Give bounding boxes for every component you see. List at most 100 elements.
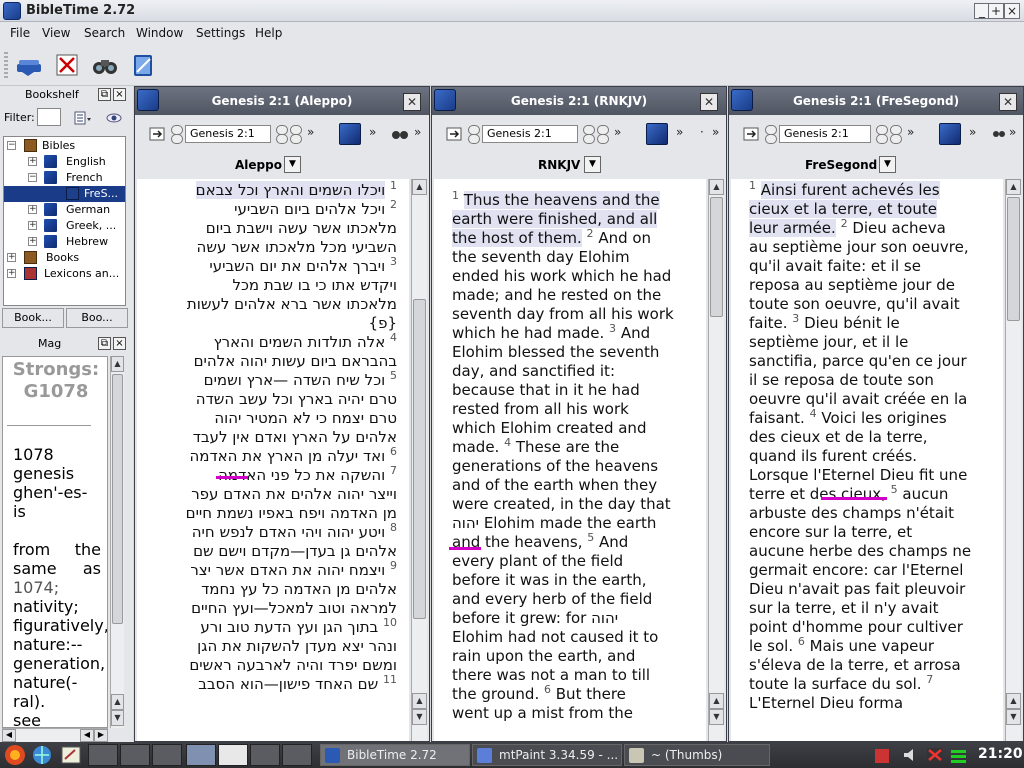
collapse-icon[interactable]: −: [7, 141, 16, 150]
start-menu-icon[interactable]: [2, 744, 28, 766]
module-chooser-icon[interactable]: [939, 123, 961, 145]
module-chooser-icon[interactable]: [339, 123, 361, 145]
scroll-down-arrow[interactable]: ▼: [1006, 709, 1021, 725]
fullscreen-button[interactable]: [52, 50, 82, 80]
history-back-icon[interactable]: [743, 127, 759, 141]
tree-item-english[interactable]: + English: [4, 154, 125, 170]
editor-launcher-icon[interactable]: [60, 745, 82, 765]
verse-key-input[interactable]: Genesis 2:1: [779, 125, 871, 143]
tree-item-hebrew[interactable]: + Hebrew: [4, 234, 125, 250]
open-module-button[interactable]: [128, 50, 158, 80]
history-back-icon[interactable]: [149, 127, 165, 141]
mag-close-button[interactable]: ×: [113, 337, 126, 350]
close-button[interactable]: ×: [1004, 3, 1020, 19]
tree-item-books[interactable]: + Books: [4, 250, 125, 266]
scroll-down-arrow[interactable]: ▼: [412, 709, 427, 725]
battery-icon[interactable]: [950, 746, 966, 764]
tab-bookmarks[interactable]: Boo...: [66, 308, 128, 328]
desktop-5[interactable]: [218, 744, 248, 766]
book-spinner[interactable]: [467, 125, 480, 144]
more-chevron-icon[interactable]: »: [369, 125, 376, 139]
menu-file[interactable]: File: [10, 26, 30, 40]
menu-settings[interactable]: Settings: [196, 26, 245, 40]
scroll-thumb[interactable]: [710, 197, 723, 317]
tree-item-fresegond[interactable]: FreS...: [4, 186, 125, 202]
menu-view[interactable]: View: [42, 26, 70, 40]
tab-bookshelf[interactable]: Book...: [2, 308, 64, 328]
scroll-up-arrow[interactable]: ▲: [111, 694, 124, 710]
more-chevron-icon[interactable]: »: [907, 125, 914, 139]
pane-vscrollbar[interactable]: ▲ ▲ ▼: [411, 179, 427, 741]
collapse-icon[interactable]: −: [28, 173, 37, 182]
maximize-button[interactable]: +: [988, 3, 1004, 19]
bookshelf-close-button[interactable]: ×: [113, 88, 126, 101]
desktop-6[interactable]: [250, 744, 280, 766]
text-view-fresegond[interactable]: 1 Ainsi furent achevés les cieux et la te…: [731, 179, 1003, 741]
module-dropdown-icon[interactable]: ▼: [284, 156, 301, 173]
menu-help[interactable]: Help: [255, 26, 282, 40]
search-binoculars-icon[interactable]: [993, 129, 1005, 139]
tree-item-german[interactable]: + German: [4, 202, 125, 218]
more-chevron-icon[interactable]: »: [307, 125, 314, 139]
tree-item-bibles[interactable]: − Bibles: [4, 138, 125, 154]
book-spinner[interactable]: [170, 125, 183, 144]
more-chevron-icon[interactable]: »: [676, 125, 683, 139]
menu-window[interactable]: Window: [136, 26, 183, 40]
more-chevron-icon[interactable]: ·: [700, 125, 704, 139]
more-chevron-icon[interactable]: »: [414, 125, 421, 139]
expand-icon[interactable]: +: [7, 269, 16, 278]
scroll-down-arrow[interactable]: ▼: [709, 709, 724, 725]
scroll-right-arrow[interactable]: ▶: [94, 729, 108, 742]
scroll-up-arrow[interactable]: ▲: [412, 179, 427, 195]
book-spinner[interactable]: [764, 125, 777, 144]
search-binoculars-icon[interactable]: [391, 127, 409, 141]
grouping-icon[interactable]: [74, 110, 92, 126]
clock[interactable]: 21:20: [978, 746, 1023, 762]
chapter-spinner[interactable]: [275, 125, 288, 144]
mag-link-1074[interactable]: 1074;: [13, 578, 59, 597]
bookshelf-float-button[interactable]: ⧉: [98, 88, 111, 101]
scroll-up-arrow[interactable]: ▲: [1006, 693, 1021, 709]
browser-launcher-icon[interactable]: [32, 745, 52, 765]
expand-icon[interactable]: +: [28, 221, 37, 230]
desktop-7[interactable]: [282, 744, 312, 766]
module-chooser-icon[interactable]: [646, 123, 668, 145]
tree-item-french[interactable]: − French: [4, 170, 125, 186]
expand-icon[interactable]: +: [28, 157, 37, 166]
task-thumbs[interactable]: ~ (Thumbs): [624, 744, 770, 766]
scroll-up-arrow[interactable]: ▲: [412, 693, 427, 709]
text-view-aleppo[interactable]: 1 ויכלו השמים והארץ וכל צבאם 2 ויכל אלהים…: [137, 179, 409, 741]
pane-close-button[interactable]: ✕: [999, 93, 1017, 111]
desktop-4[interactable]: [186, 744, 216, 766]
module-dropdown-icon[interactable]: ▼: [584, 156, 601, 173]
scroll-thumb[interactable]: [1007, 197, 1020, 321]
expand-icon[interactable]: +: [28, 237, 37, 246]
mag-float-button[interactable]: ⧉: [98, 337, 111, 350]
scroll-up-arrow[interactable]: ▲: [1006, 179, 1021, 195]
scroll-up-arrow[interactable]: ▲: [709, 179, 724, 195]
volume-icon[interactable]: [902, 746, 918, 764]
verse-key-input[interactable]: Genesis 2:1: [482, 125, 578, 143]
task-mtpaint[interactable]: mtPaint 3.34.59 - ...: [472, 744, 622, 766]
verse-key-input[interactable]: Genesis 2:1: [185, 125, 271, 143]
desktop-1[interactable]: [88, 744, 118, 766]
toolbar-grip[interactable]: [4, 52, 8, 78]
text-view-rnkjv[interactable]: 1 Thus the heavens and the earth were fin…: [434, 179, 706, 741]
tree-item-lexicons[interactable]: + Lexicons an...: [4, 266, 125, 282]
task-bibletime[interactable]: BibleTime 2.72: [320, 744, 470, 766]
verse-spinner[interactable]: [889, 125, 902, 144]
more-chevron-icon[interactable]: »: [614, 125, 621, 139]
module-dropdown-icon[interactable]: ▼: [879, 156, 896, 173]
pane-vscrollbar[interactable]: ▲ ▲ ▼: [1005, 179, 1021, 741]
search-button[interactable]: [90, 50, 120, 80]
toggle-bookshelf-button[interactable]: [14, 50, 44, 80]
chapter-spinner[interactable]: [875, 125, 888, 144]
verse-spinner[interactable]: [289, 125, 302, 144]
network-disconnected-icon[interactable]: [926, 746, 942, 764]
more-chevron-icon[interactable]: »: [1009, 125, 1016, 139]
expand-icon[interactable]: +: [7, 253, 16, 262]
pane-vscrollbar[interactable]: ▲ ▲ ▼: [708, 179, 724, 741]
desktop-3[interactable]: [152, 744, 182, 766]
verse-spinner[interactable]: [596, 125, 609, 144]
pane-close-button[interactable]: ✕: [403, 93, 421, 111]
